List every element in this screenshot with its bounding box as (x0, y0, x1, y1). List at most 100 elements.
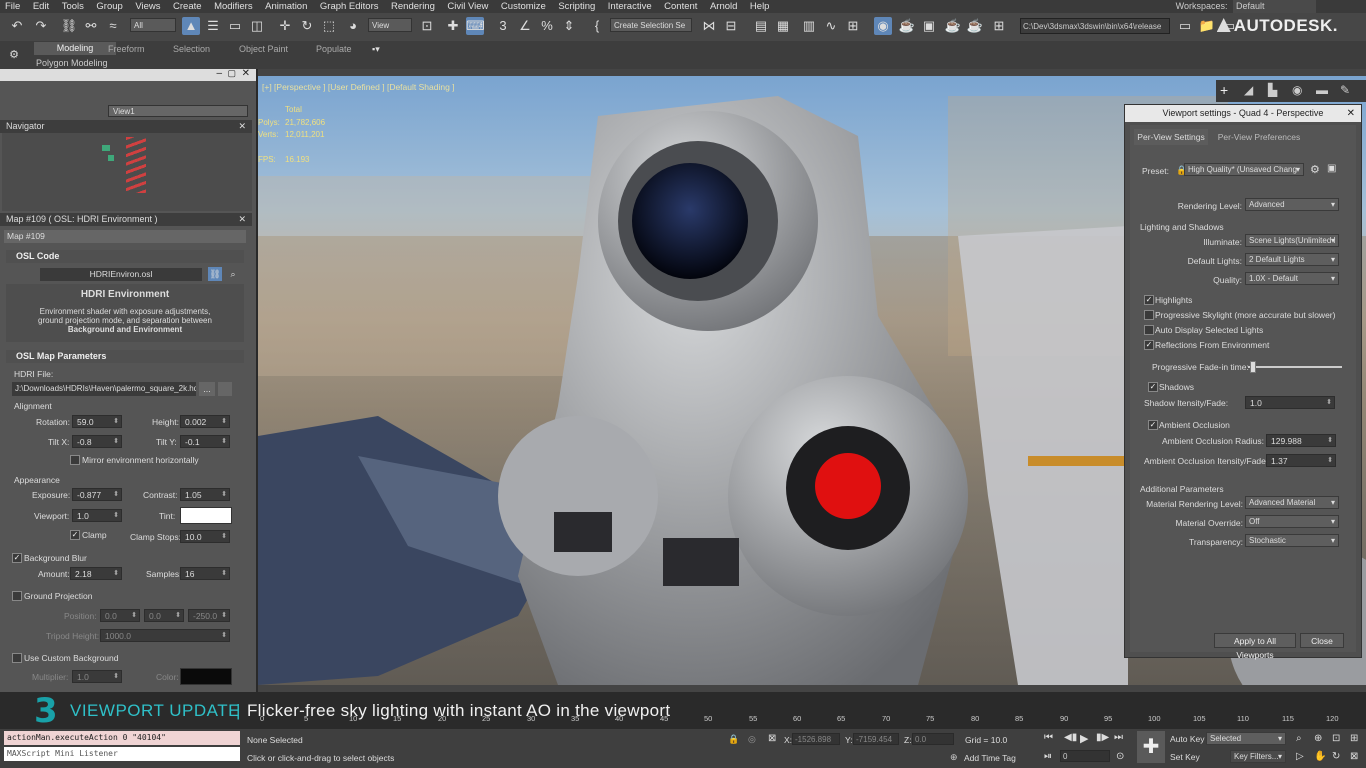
maximize-viewport-icon[interactable]: ⊠ (1350, 751, 1358, 762)
osl-params-header[interactable]: OSL Map Parameters (6, 350, 244, 363)
spinner-snap-icon[interactable]: ⇕ (560, 17, 578, 35)
close-icon[interactable]: ✕ (242, 68, 250, 79)
menu-modifiers[interactable]: Modifiers (214, 0, 253, 13)
menu-content[interactable]: Content (664, 0, 697, 13)
maximize-icon[interactable]: ▢ (227, 68, 236, 79)
save-icon[interactable]: ▣ (1327, 163, 1336, 174)
previous-frame-icon[interactable]: ◀▮ (1064, 732, 1077, 743)
menu-rendering[interactable]: Rendering (391, 0, 435, 13)
material-level-dropdown[interactable]: Advanced Material (1245, 496, 1339, 509)
map-close-icon[interactable]: ✕ (238, 213, 246, 226)
osl-code-header[interactable]: OSL Code (6, 250, 244, 263)
amount-spinner[interactable]: 2.18 (70, 567, 122, 580)
keyboard-shortcut-override-icon[interactable]: ⌨ (466, 17, 485, 35)
modify-tab-icon[interactable]: ◢ (1244, 83, 1253, 97)
ao-radius-spinner[interactable]: 129.988 (1266, 434, 1336, 447)
menu-graph-editors[interactable]: Graph Editors (320, 0, 379, 13)
move-icon[interactable]: ✛ (276, 17, 294, 35)
multiplier-spinner[interactable]: 1.0 (72, 670, 122, 683)
mirror-checkbox[interactable] (70, 455, 80, 465)
snaps-toggle-icon[interactable]: 3 (494, 17, 512, 35)
key-mode-icon[interactable]: ⏯ (1044, 751, 1052, 762)
create-tab-icon[interactable]: + (1220, 82, 1228, 98)
select-by-name-icon[interactable]: ☰ (204, 17, 222, 35)
position-y-spinner[interactable]: 0.0 (144, 609, 184, 622)
toggle-ribbon-icon[interactable]: ▥ (800, 17, 818, 35)
render-in-cloud-icon[interactable]: ⊞ (990, 17, 1008, 35)
fade-in-slider[interactable] (1248, 361, 1342, 373)
hdri-file-path[interactable]: J:\Downloads\HDRIs\Haven\palermo_square_… (12, 382, 196, 396)
contrast-spinner[interactable]: 1.05 (180, 488, 230, 501)
zoom-extents-icon[interactable]: ⊡ (1332, 733, 1340, 744)
project-path-field[interactable]: C:\Dev\3dsmax\3dswin\bin\x64\release (1020, 18, 1170, 34)
add-time-tag[interactable]: Add Time Tag (964, 753, 1016, 763)
zoom-all-icon[interactable]: ⊕ (1314, 733, 1322, 744)
fade-in-slider-handle[interactable] (1250, 361, 1256, 373)
close-button[interactable]: Close (1300, 633, 1344, 648)
rotation-spinner[interactable]: 59.0 (72, 415, 122, 428)
unlink-icon[interactable]: ⚯ (82, 17, 100, 35)
field-of-view-icon[interactable]: ▷ (1296, 751, 1304, 762)
illuminate-dropdown[interactable]: Scene Lights(Unlimited l (1245, 234, 1339, 247)
exposure-spinner[interactable]: -0.877 (72, 488, 122, 501)
material-editor-icon[interactable]: ◉ (874, 17, 892, 35)
render-production-icon[interactable]: ☕ (944, 17, 962, 35)
time-tag-icon[interactable]: ⊕ (950, 752, 958, 763)
ribbon-tab-freeform[interactable]: Freeform (108, 44, 145, 54)
material-override-dropdown[interactable]: Off (1245, 515, 1339, 528)
position-z-spinner[interactable]: -250.0 (188, 609, 230, 622)
ribbon-options-icon[interactable]: ▪▾ (372, 44, 380, 55)
viewport-spinner[interactable]: 1.0 (72, 509, 122, 522)
view-dropdown[interactable]: View1 (108, 105, 248, 117)
menu-views[interactable]: Views (135, 0, 160, 13)
menu-help[interactable]: Help (750, 0, 770, 13)
quality-dropdown[interactable]: 1.0X - Default (1245, 272, 1339, 285)
menu-create[interactable]: Create (173, 0, 202, 13)
browse-button[interactable]: ... (199, 382, 215, 396)
maxscript-listener[interactable]: MAXScript Mini Listener (4, 747, 240, 761)
menu-group[interactable]: Group (96, 0, 122, 13)
set-key-mode-button[interactable]: ✚ (1137, 731, 1165, 763)
utilities-tab-icon[interactable]: ✎ (1340, 83, 1350, 97)
motion-tab-icon[interactable]: ◉ (1292, 83, 1302, 97)
clear-button[interactable] (218, 382, 232, 396)
isolate-icon[interactable]: ◎ (748, 734, 756, 745)
dialog-close-icon[interactable]: ✕ (1347, 105, 1355, 122)
region-select-icon[interactable]: ▭ (226, 17, 244, 35)
timeline-ruler[interactable]: 0 5 10 15 20 25 30 35 40 45 50 55 60 65 70 75 80 85 90 95 10… (260, 712, 1350, 726)
display-tab-icon[interactable]: ▬ (1316, 83, 1328, 97)
tripod-height-spinner[interactable]: 1000.0 (100, 629, 230, 642)
auto-key-button[interactable]: Auto Key (1170, 734, 1205, 744)
named-selection-dropdown[interactable]: Create Selection Se (610, 18, 692, 32)
curve-editor-icon[interactable]: ∿ (822, 17, 840, 35)
render-iterative-icon[interactable]: ☕ (966, 17, 984, 35)
custom-background-checkbox[interactable] (12, 653, 22, 663)
ribbon-tab-populate[interactable]: Populate (316, 44, 352, 54)
tab-per-view-preferences[interactable]: Per-View Preferences (1214, 129, 1304, 145)
shadow-intensity-spinner[interactable]: 1.0 (1245, 396, 1335, 409)
scene-explorer-icon[interactable]: ▤ (752, 17, 770, 35)
render-setup-icon[interactable]: ☕ (898, 17, 916, 35)
progressive-skylight-checkbox[interactable] (1144, 310, 1154, 320)
menu-arnold[interactable]: Arnold (710, 0, 737, 13)
zoom-icon[interactable]: ⌕ (1296, 733, 1302, 744)
reference-coordinate-dropdown[interactable]: View (368, 18, 412, 32)
tilty-spinner[interactable]: -0.1 (180, 435, 230, 448)
edit-named-selection-icon[interactable]: { (588, 17, 606, 35)
default-lights-dropdown[interactable]: 2 Default Lights (1245, 253, 1339, 266)
menu-file[interactable]: File (5, 0, 20, 13)
key-filters-button[interactable]: Key Filters... (1230, 750, 1286, 763)
tiltx-spinner[interactable]: -0.8 (72, 435, 122, 448)
link-icon[interactable]: ⛓ (60, 17, 78, 35)
place-icon[interactable]: ◕ (344, 17, 362, 35)
navigator-close-icon[interactable]: ✕ (238, 120, 246, 133)
menu-animation[interactable]: Animation (265, 0, 307, 13)
absolute-mode-icon[interactable]: ⊠ (768, 733, 776, 744)
time-config-icon[interactable]: ⊙ (1116, 751, 1124, 762)
apply-all-viewports-button[interactable]: Apply to All Viewports (1214, 633, 1296, 660)
transparency-dropdown[interactable]: Stochastic (1245, 534, 1339, 547)
clamp-stops-spinner[interactable]: 10.0 (180, 530, 230, 543)
color-swatch[interactable] (180, 668, 232, 685)
menu-interactive[interactable]: Interactive (608, 0, 652, 13)
select-object-icon[interactable]: ▲ (182, 17, 200, 35)
